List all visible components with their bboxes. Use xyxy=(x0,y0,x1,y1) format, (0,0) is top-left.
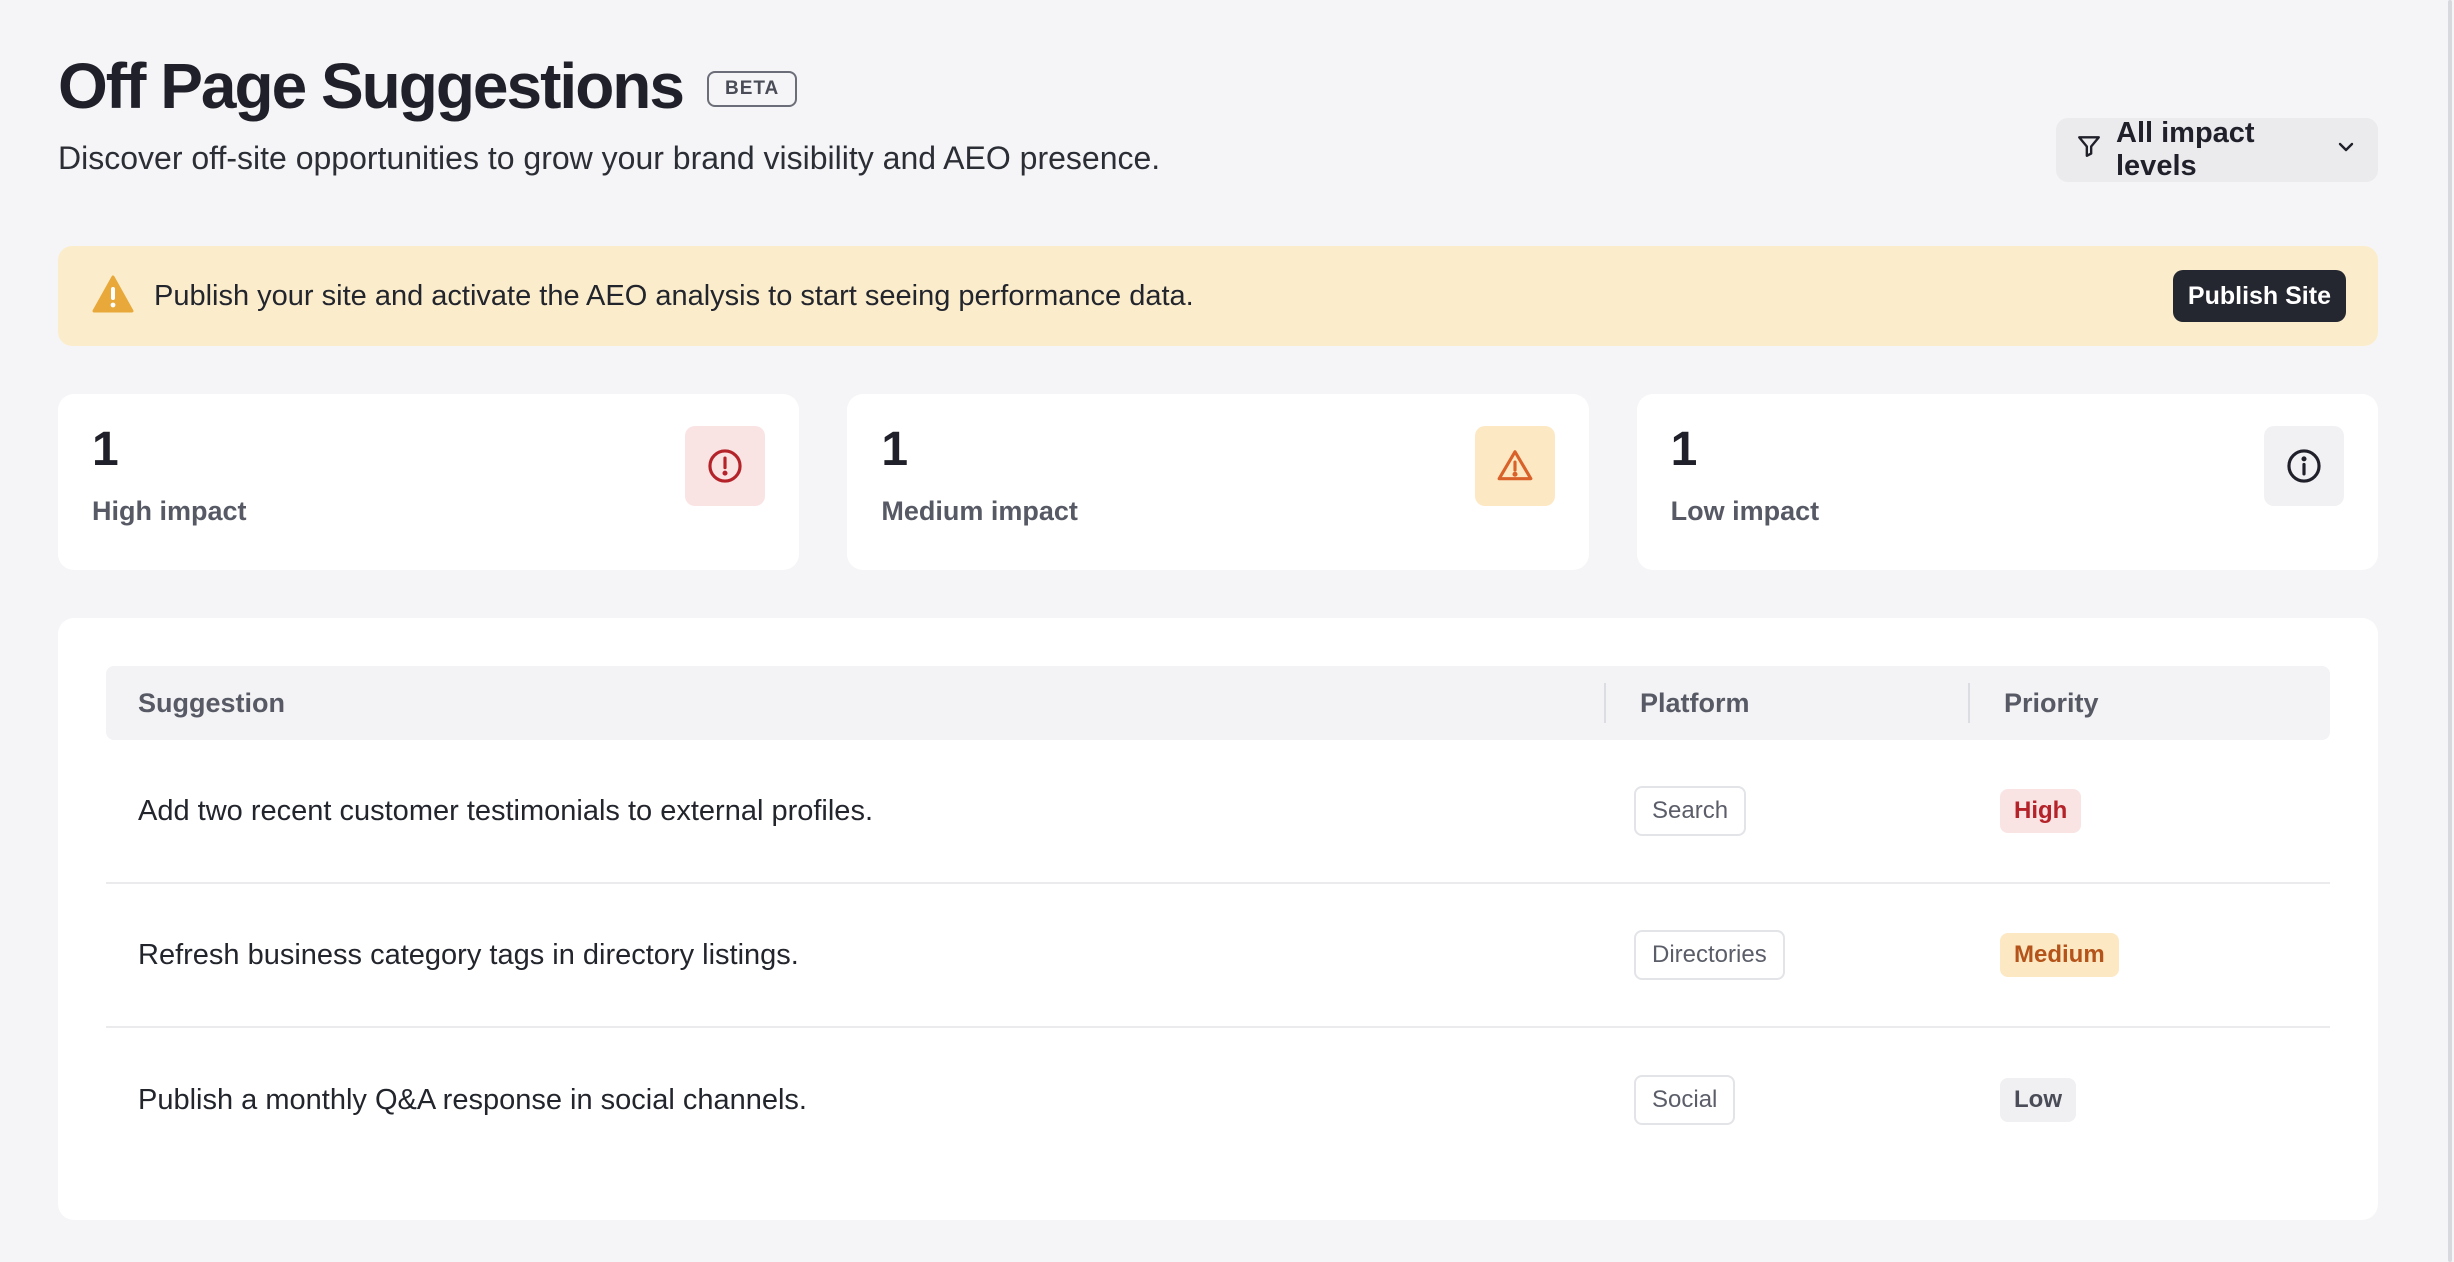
priority-badge: High xyxy=(2000,789,2082,833)
page-title: Off Page Suggestions xyxy=(58,50,685,122)
column-header-platform[interactable]: Platform xyxy=(1604,683,1968,723)
stat-card-high: 1 High impact xyxy=(58,394,800,570)
page-header: Off Page Suggestions BETA Discover off-s… xyxy=(58,48,2378,188)
table-row[interactable]: Refresh business category tags in direct… xyxy=(106,884,2330,1028)
stat-card-medium: 1 Medium impact xyxy=(847,394,1589,570)
publish-site-button[interactable]: Publish Site xyxy=(2172,270,2346,322)
platform-chip: Directories xyxy=(1634,930,1785,980)
filter-label: All impact levels xyxy=(2116,117,2255,182)
stat-label: Medium impact xyxy=(881,496,1078,526)
stat-label: High impact xyxy=(92,496,247,526)
alert-circle-icon xyxy=(685,426,766,506)
suggestions-table: Suggestion Platform Priority Add two rec… xyxy=(58,618,2378,1220)
table-row[interactable]: Add two recent customer testimonials to … xyxy=(106,740,2330,884)
chevron-down-icon xyxy=(2334,134,2358,167)
suggestion-text: Refresh business category tags in direct… xyxy=(138,938,799,971)
stat-card-low: 1 Low impact xyxy=(1636,394,2378,570)
page-subtitle: Discover off-site opportunities to grow … xyxy=(58,140,1161,176)
column-header-priority[interactable]: Priority xyxy=(1968,683,2330,723)
platform-chip: Search xyxy=(1634,786,1747,836)
funnel-icon xyxy=(2076,133,2102,167)
stat-count: 1 xyxy=(881,423,909,476)
beta-badge: BETA xyxy=(706,71,798,107)
banner-message: Publish your site and activate the AEO a… xyxy=(154,279,1194,312)
page: Off Page Suggestions BETA Discover off-s… xyxy=(58,48,2378,1220)
alert-triangle-icon xyxy=(1474,426,1555,506)
suggestion-text: Publish a monthly Q&A response in social… xyxy=(138,1083,807,1116)
warning-triangle-icon xyxy=(92,275,134,318)
stat-count: 1 xyxy=(1670,423,1698,476)
priority-badge: Low xyxy=(2000,1078,2076,1122)
suggestion-text: Add two recent customer testimonials to … xyxy=(138,794,873,827)
column-header-suggestion[interactable]: Suggestion xyxy=(106,688,1604,719)
table-header: Suggestion Platform Priority xyxy=(106,666,2330,740)
info-circle-icon xyxy=(2263,426,2344,506)
publish-warning-banner: Publish your site and activate the AEO a… xyxy=(58,246,2378,346)
title-row: Off Page Suggestions BETA xyxy=(58,48,2378,124)
impact-stats: 1 High impact 1 Medium impact 1 Low impa… xyxy=(58,394,2378,570)
table-row[interactable]: Publish a monthly Q&A response in social… xyxy=(106,1028,2330,1172)
scrollbar-thumb[interactable] xyxy=(2448,0,2452,1262)
priority-badge: Medium xyxy=(2000,933,2119,977)
platform-chip: Social xyxy=(1634,1075,1736,1125)
stat-label: Low impact xyxy=(1670,496,1820,526)
impact-filter-dropdown[interactable]: All impact levels xyxy=(2056,117,2378,182)
stat-count: 1 xyxy=(92,423,119,476)
page-scrollbar[interactable] xyxy=(2444,0,2454,1262)
